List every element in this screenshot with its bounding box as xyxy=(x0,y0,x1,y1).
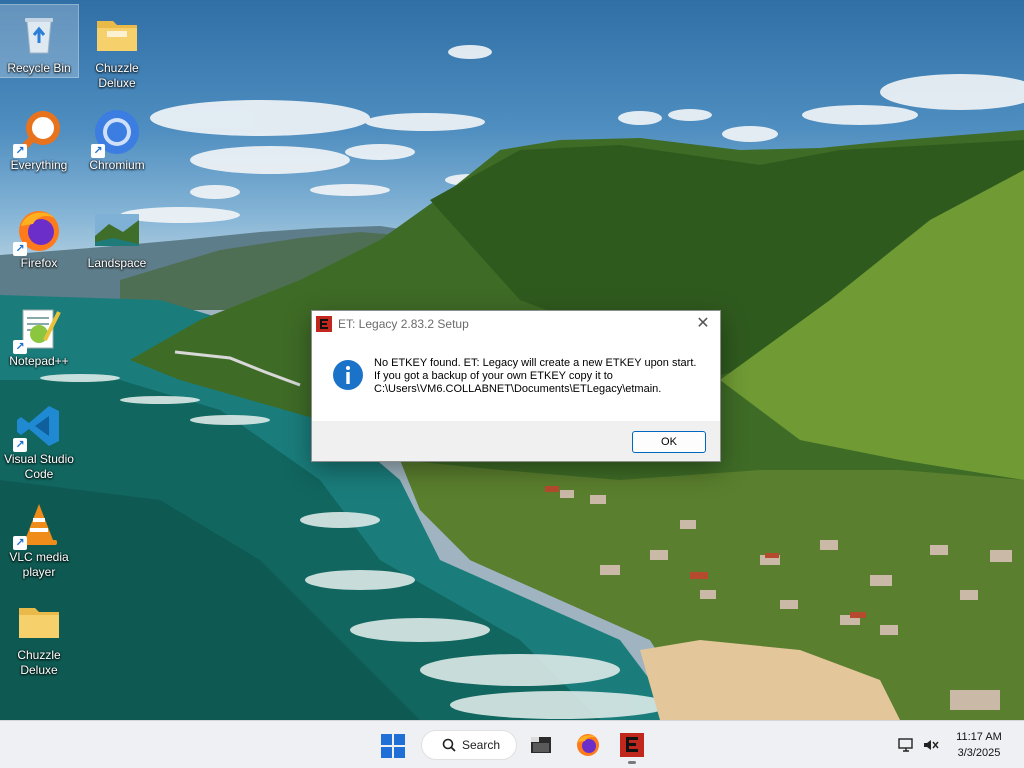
dialog-message-line: If you got a backup of your own ETKEY co… xyxy=(374,370,613,382)
shortcut-arrow-icon: ↗ xyxy=(13,144,27,158)
dialog-message: No ETKEY found. ET: Legacy will create a… xyxy=(374,357,696,421)
desktop-icon-label: Notepad++ xyxy=(9,354,69,368)
desktop-icon-label: VLC media player xyxy=(9,550,69,579)
chromium-icon: ↗ xyxy=(91,108,141,158)
dialog-body: No ETKEY found. ET: Legacy will create a… xyxy=(312,337,720,421)
shortcut-arrow-icon: ↗ xyxy=(13,438,27,452)
notepad-plus-plus-icon: ↗ xyxy=(13,304,63,354)
desktop-icon-chuzzle-deluxe-2[interactable]: Chuzzle Deluxe xyxy=(0,592,78,678)
desktop-icon-recycle-bin[interactable]: Recycle Bin xyxy=(0,4,79,78)
taskbar-search-box[interactable]: Search xyxy=(421,730,517,760)
setup-dialog: ET: Legacy 2.83.2 Setup ✕ No ETKEY found… xyxy=(311,310,721,462)
desktop-icon-firefox[interactable]: ↗ Firefox xyxy=(0,200,78,271)
file-explorer-icon[interactable] xyxy=(527,731,555,759)
folder-icon xyxy=(93,11,141,59)
ok-button[interactable]: OK xyxy=(632,431,706,453)
desktop-icon-notepad-plus-plus[interactable]: ↗ Notepad++ xyxy=(0,298,78,369)
desktop-icon-label: Chuzzle Deluxe xyxy=(17,648,61,677)
desktop-icon-label: Recycle Bin xyxy=(7,61,71,75)
volume-muted-icon[interactable] xyxy=(922,736,940,754)
dialog-message-line: C:\Users\VM6.COLLABNET\Documents\ETLegac… xyxy=(374,383,662,395)
firefox-taskbar-icon[interactable] xyxy=(574,731,602,759)
etlegacy-app-icon xyxy=(316,316,332,332)
shortcut-arrow-icon: ↗ xyxy=(13,536,27,550)
network-icon[interactable] xyxy=(897,736,915,754)
desktop-icon-label: Everything xyxy=(10,158,68,172)
etlegacy-taskbar-button[interactable] xyxy=(618,731,646,764)
taskbar-clock[interactable]: 11:17 AM 3/3/2025 xyxy=(946,729,1012,761)
desktop-icon-label: Landspace xyxy=(87,256,147,270)
folder-icon xyxy=(15,598,63,646)
desktop-icon-label: Firefox xyxy=(20,256,58,270)
desktop-icon-label: Chromium xyxy=(89,158,145,172)
everything-search-icon: ↗ xyxy=(13,108,63,158)
desktop-icon-chromium[interactable]: ↗ Chromium xyxy=(78,102,156,173)
desktop-icon-vlc[interactable]: ↗ VLC media player xyxy=(0,494,78,580)
desktop-icon-everything[interactable]: ↗ Everything xyxy=(0,102,78,173)
desktop-icon-chuzzle-deluxe[interactable]: Chuzzle Deluxe xyxy=(78,5,156,91)
desktop-icon-label: Visual Studio Code xyxy=(4,452,74,481)
vscode-icon: ↗ xyxy=(13,402,63,452)
clock-time: 11:17 AM xyxy=(956,731,1002,743)
shortcut-arrow-icon: ↗ xyxy=(13,340,27,354)
desktop-icon-visual-studio-code[interactable]: ↗ Visual Studio Code xyxy=(0,396,78,482)
vlc-icon: ↗ xyxy=(13,500,63,550)
windows-start-icon[interactable] xyxy=(380,733,406,759)
dialog-message-line: No ETKEY found. ET: Legacy will create a… xyxy=(374,357,697,369)
search-label: Search xyxy=(462,738,501,752)
shortcut-arrow-icon: ↗ xyxy=(91,144,105,158)
recycle-bin-icon xyxy=(15,11,63,59)
dialog-titlebar[interactable]: ET: Legacy 2.83.2 Setup ✕ xyxy=(312,311,720,337)
dialog-title: ET: Legacy 2.83.2 Setup xyxy=(338,317,469,331)
info-icon xyxy=(333,360,363,390)
desktop-icon-label: Chuzzle Deluxe xyxy=(95,61,139,90)
search-icon xyxy=(442,738,456,752)
shortcut-arrow-icon: ↗ xyxy=(13,242,27,256)
taskbar: Search 11:17 AM 3/3/2025 xyxy=(0,720,1024,768)
dialog-footer: OK xyxy=(312,421,720,461)
close-icon[interactable]: ✕ xyxy=(692,314,714,334)
landscape-image-icon xyxy=(93,206,141,254)
clock-date: 3/3/2025 xyxy=(957,747,1001,759)
desktop-icon-landspace[interactable]: Landspace xyxy=(78,200,156,271)
firefox-icon: ↗ xyxy=(13,206,63,256)
etlegacy-icon xyxy=(620,733,644,757)
